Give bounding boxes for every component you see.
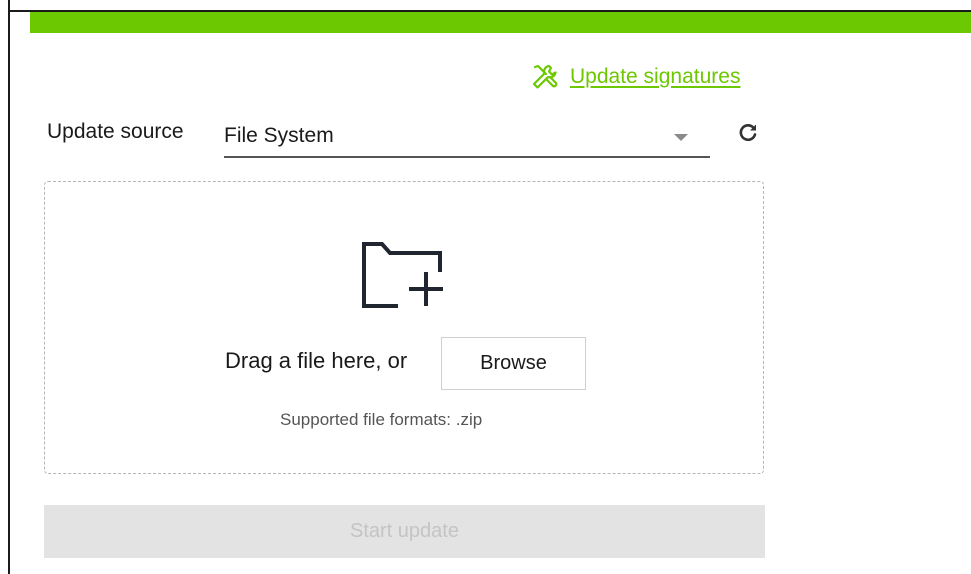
file-drop-zone[interactable] (44, 181, 764, 474)
update-signatures-link[interactable]: Update signatures (530, 62, 740, 92)
supported-formats-text: Supported file formats: .zip (280, 410, 483, 429)
update-panel: Update signatures Update source File Sys… (0, 0, 971, 574)
update-source-select[interactable]: File System (224, 118, 710, 158)
update-source-label: Update source (47, 120, 184, 143)
wrench-screwdriver-icon (532, 64, 558, 89)
window-edge-top (10, 0, 971, 12)
update-signatures-label: Update signatures (570, 65, 741, 88)
folder-plus-icon (362, 242, 443, 308)
header-accent-bar (30, 12, 971, 33)
window-edge-left (0, 0, 10, 574)
update-source-value: File System (224, 124, 334, 147)
start-update-button[interactable]: Start update (44, 505, 765, 558)
chevron-down-icon (674, 134, 688, 141)
drag-file-text: Drag a file here, or (225, 348, 408, 373)
refresh-icon[interactable] (736, 121, 760, 145)
browse-button[interactable]: Browse (441, 337, 586, 390)
